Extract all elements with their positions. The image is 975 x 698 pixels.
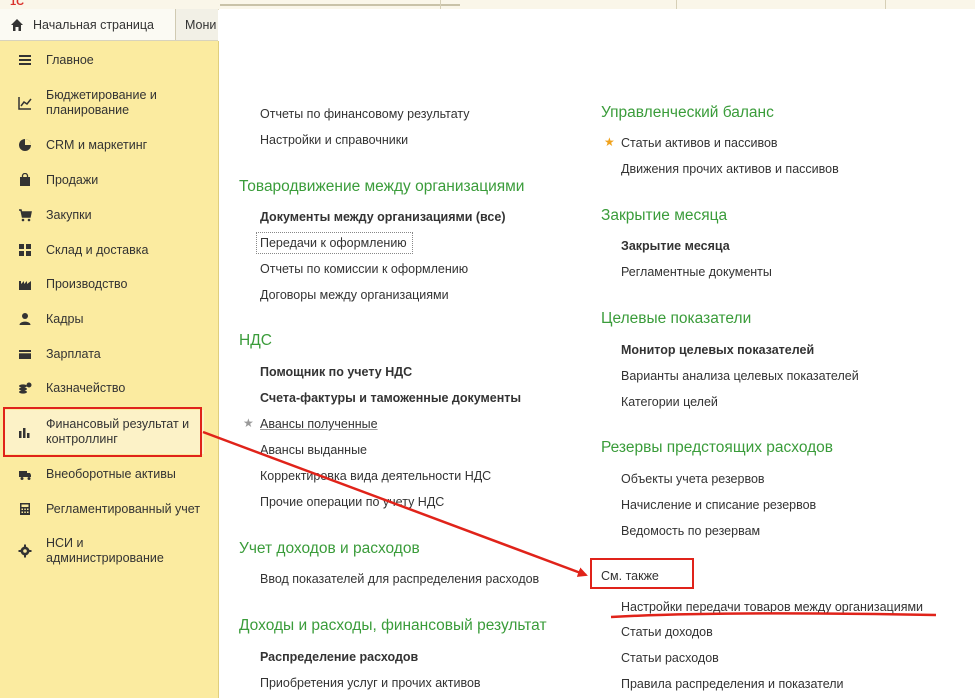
sidebar-item-label: Бюджетирование и планирование: [46, 88, 157, 117]
wallet-icon: [18, 347, 32, 361]
sidebar-item-label: Зарплата: [46, 346, 101, 361]
link-vat-activity-adjustment[interactable]: Корректировка вида деятельности НДС: [260, 469, 491, 483]
link-expense-distribution[interactable]: Распределение расходов: [260, 650, 418, 664]
sidebar-item-fixed-assets[interactable]: Внеоборотные активы: [0, 464, 218, 484]
chart-line-icon: [18, 96, 32, 110]
link-fin-result-reports[interactable]: Отчеты по финансовому результату: [260, 107, 470, 121]
annotation-highlight-box: [590, 558, 694, 589]
section-title-management-balance: Управленческий баланс: [601, 104, 774, 121]
link-other-vat-operations[interactable]: Прочие операции по учету НДС: [260, 495, 444, 509]
link-target-indicators-monitor[interactable]: Монитор целевых показателей: [621, 343, 814, 357]
sidebar-item-regulated-accounting[interactable]: Регламентированный учет: [0, 499, 218, 519]
truck-icon: [18, 467, 32, 481]
link-settings-and-catalogs[interactable]: Настройки и справочники: [260, 133, 408, 147]
link-advances-issued[interactable]: Авансы выданные: [260, 443, 367, 457]
sidebar-item-treasury[interactable]: Казначейство: [0, 378, 218, 398]
open-windows-tabbar: Начальная страница Мони: [0, 9, 218, 41]
sidebar-item-label: НСИ и администрирование: [46, 536, 164, 565]
section-title-income-expense-accounting: Учет доходов и расходов: [239, 540, 420, 557]
sidebar-item-label: Казначейство: [46, 380, 126, 395]
section-title-income-expense-result: Доходы и расходы, финансовый результат: [239, 617, 547, 634]
link-target-analysis-variants[interactable]: Варианты анализа целевых показателей: [621, 369, 859, 383]
link-distribution-rules[interactable]: Правила распределения и показатели: [621, 677, 844, 691]
link-reserve-statement[interactable]: Ведомость по резервам: [621, 524, 760, 538]
tab-home-page[interactable]: Начальная страница: [0, 9, 176, 40]
link-reserve-accrual[interactable]: Начисление и списание резервов: [621, 498, 816, 512]
link-service-acquisitions[interactable]: Приобретения услуг и прочих активов: [260, 676, 481, 690]
calculator-icon: [18, 502, 32, 516]
link-transfers-to-register[interactable]: Передачи к оформлению: [260, 236, 407, 250]
tab-monitor[interactable]: Мони: [177, 9, 218, 40]
link-commission-reports[interactable]: Отчеты по комиссии к оформлению: [260, 262, 468, 276]
sidebar-item-label: Главное: [46, 52, 94, 67]
sidebar-item-label: Регламентированный учет: [46, 501, 201, 516]
link-asset-liability-items[interactable]: Статьи активов и пассивов: [621, 136, 778, 150]
home-icon: [10, 18, 24, 32]
link-invoices-customs-docs[interactable]: Счета-фактуры и таможенные документы: [260, 391, 521, 405]
annotation-highlight-box: [3, 407, 202, 457]
link-intercompany-docs-all[interactable]: Документы между организациями (все): [260, 210, 506, 224]
sidebar-item-label: Закупки: [46, 207, 92, 222]
coins-icon: [18, 381, 32, 395]
section-title-target-indicators: Целевые показатели: [601, 310, 752, 327]
pie-chart-icon: [18, 138, 32, 152]
link-vat-assistant[interactable]: Помощник по учету НДС: [260, 365, 412, 379]
gear-icon: [18, 544, 32, 558]
link-expense-items[interactable]: Статьи расходов: [621, 651, 719, 665]
sidebar-item-crm[interactable]: CRM и маркетинг: [0, 135, 218, 155]
link-goal-categories[interactable]: Категории целей: [621, 395, 718, 409]
title-bar-separator: [885, 0, 886, 9]
favorite-star-icon[interactable]: ★: [604, 135, 615, 149]
sidebar-item-label: Продажи: [46, 172, 99, 187]
link-input-distribution-indicators[interactable]: Ввод показателей для распределения расхо…: [260, 572, 539, 586]
link-goods-transfer-settings[interactable]: Настройки передачи товаров между организ…: [621, 600, 923, 614]
title-bar-separator: [440, 0, 441, 9]
tab-label: Мони: [185, 17, 217, 32]
sidebar-item-salary[interactable]: Зарплата: [0, 344, 218, 364]
link-regulatory-documents[interactable]: Регламентные документы: [621, 265, 772, 279]
section-title-month-close: Закрытие месяца: [601, 207, 728, 224]
sidebar-item-label: Внеоборотные активы: [46, 466, 176, 481]
sidebar-item-label: Склад и доставка: [46, 242, 149, 257]
sidebar-item-sales[interactable]: Продажи: [0, 170, 218, 190]
shopping-bag-icon: [18, 173, 32, 187]
tab-label: Начальная страница: [33, 17, 154, 32]
title-bar-separator: [676, 0, 677, 9]
sidebar-item-budgeting[interactable]: Бюджетирование и планирование: [0, 87, 200, 119]
link-month-close[interactable]: Закрытие месяца: [621, 239, 730, 253]
link-other-asset-movements[interactable]: Движения прочих активов и пассивов: [621, 162, 839, 176]
link-reserve-objects[interactable]: Объекты учета резервов: [621, 472, 765, 486]
sidebar-item-production[interactable]: Производство: [0, 274, 218, 294]
menu-lines-icon: [18, 53, 32, 67]
sidebar-item-warehouse[interactable]: Склад и доставка: [0, 240, 218, 260]
section-title-intercompany: Товародвижение между организациями: [239, 178, 525, 195]
sidebar-item-label: CRM и маркетинг: [46, 137, 148, 152]
person-icon: [18, 312, 32, 326]
sidebar-item-main[interactable]: Главное: [0, 50, 218, 70]
factory-icon: [18, 277, 32, 291]
favorite-star-icon[interactable]: ★: [243, 416, 254, 430]
section-title-reserves: Резервы предстоящих расходов: [601, 439, 834, 456]
sidebar-item-hr[interactable]: Кадры: [0, 309, 218, 329]
title-bar-text-fragment: [220, 4, 460, 6]
link-income-items[interactable]: Статьи доходов: [621, 625, 713, 639]
section-title-vat: НДС: [239, 332, 272, 349]
sidebar-item-purchases[interactable]: Закупки: [0, 205, 218, 225]
sidebar-item-label: Производство: [46, 276, 128, 291]
link-intercompany-contracts[interactable]: Договоры между организациями: [260, 288, 449, 302]
warehouse-grid-icon: [18, 243, 32, 257]
link-advances-received[interactable]: Авансы полученные: [260, 417, 378, 431]
sidebar-item-label: Кадры: [46, 311, 84, 326]
app-logo-icon: 1С: [10, 0, 25, 8]
cart-icon: [18, 208, 32, 222]
sidebar-item-nsi-admin[interactable]: НСИ и администрирование: [0, 534, 190, 568]
